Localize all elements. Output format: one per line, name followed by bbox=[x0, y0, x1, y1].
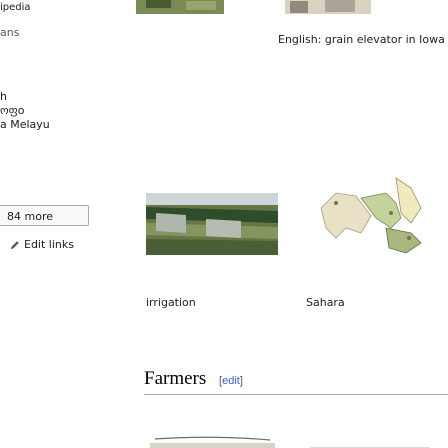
caption-irrigation: irrigation bbox=[146, 296, 196, 309]
sidebar-item-h[interactable]: h bbox=[0, 90, 7, 103]
more-languages-button[interactable]: 84 more bbox=[0, 205, 89, 226]
sidebar: ipedia ans h ოფo a Melayu 84 more Edit l… bbox=[0, 0, 128, 448]
edit-section-link[interactable]: edit bbox=[222, 375, 240, 387]
edit-links-link[interactable]: Edit links bbox=[10, 238, 74, 251]
section-heading-farmers: Farmers [edit] bbox=[144, 368, 243, 390]
gallery-image-top-left[interactable] bbox=[136, 0, 224, 14]
wordmark-clipped[interactable]: ipedia bbox=[0, 2, 31, 13]
gallery-image-graphic bbox=[285, 0, 371, 14]
article-content: English: grain elevator in Iowa irrigati… bbox=[128, 0, 448, 448]
edit-bracket-close: ] bbox=[239, 375, 243, 387]
caption-sahara: Sahara bbox=[306, 296, 345, 309]
gallery-image-sahara[interactable] bbox=[301, 168, 431, 263]
sidebar-item-georgian[interactable]: ოფo bbox=[0, 104, 24, 117]
caption-grain-elevator: English: grain elevator in Iowa bbox=[278, 33, 445, 46]
gallery-image-bottom-right[interactable] bbox=[310, 436, 430, 448]
sidebar-item-label: a Melayu bbox=[0, 118, 50, 131]
sahara-illustration bbox=[301, 168, 431, 263]
languages-heading: ans bbox=[0, 26, 20, 39]
pencil-icon bbox=[11, 240, 19, 249]
sidebar-item-label: h bbox=[0, 90, 7, 103]
caption-link-sahara[interactable]: Sahara bbox=[306, 296, 345, 309]
section-title: Farmers bbox=[144, 368, 207, 389]
sidebar-item-label: ოფo bbox=[0, 104, 25, 117]
gallery-image-graphic bbox=[310, 439, 430, 448]
edit-links-label: Edit links bbox=[24, 238, 74, 251]
gallery-image-irrigation[interactable] bbox=[146, 193, 278, 255]
section-divider bbox=[144, 394, 448, 395]
gallery-image-top-right[interactable] bbox=[285, 0, 371, 14]
gallery-image-graphic bbox=[150, 433, 275, 448]
section-edit-wrapper: [edit] bbox=[219, 375, 243, 387]
irrigation-photo bbox=[146, 193, 278, 255]
caption-link-irrigation[interactable]: irrigation bbox=[146, 296, 196, 309]
gallery-image-bottom-left[interactable] bbox=[150, 433, 275, 448]
sidebar-item-melayu[interactable]: a Melayu bbox=[0, 118, 50, 131]
gallery-image-graphic bbox=[136, 0, 224, 14]
